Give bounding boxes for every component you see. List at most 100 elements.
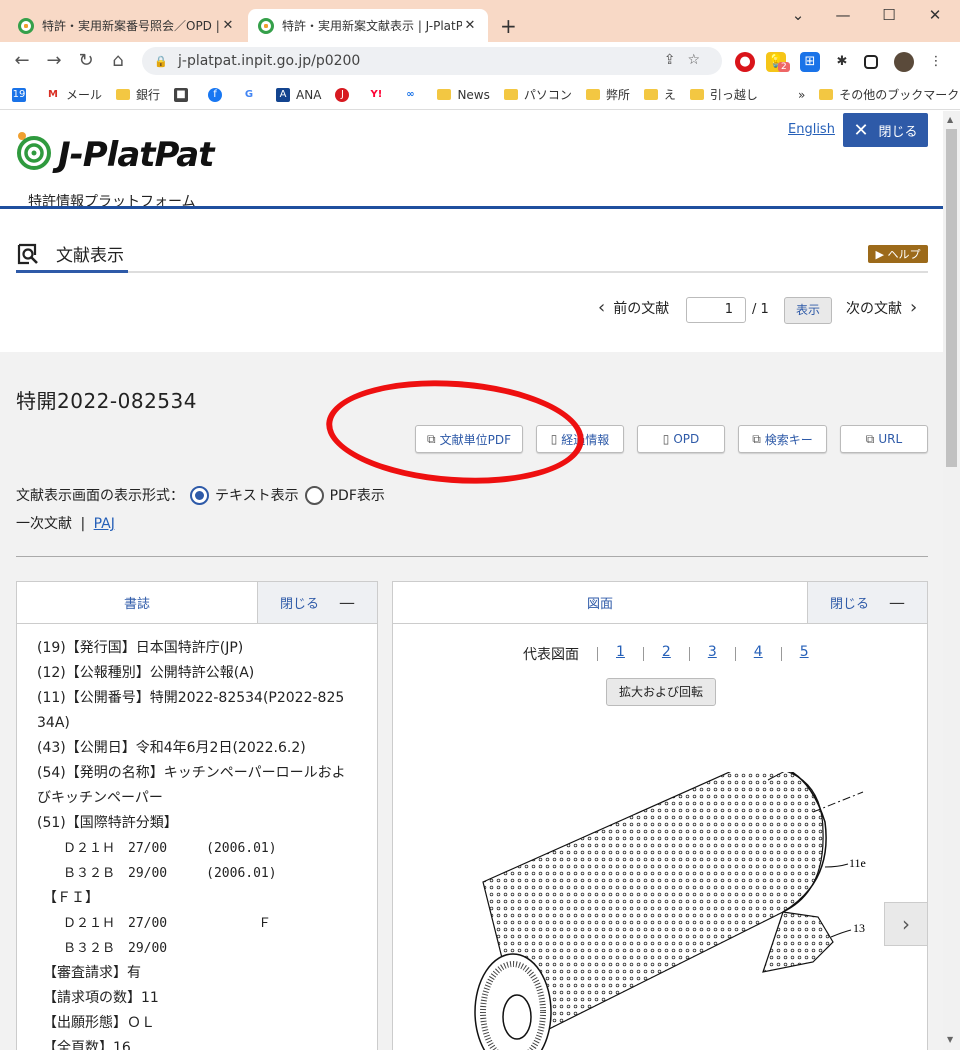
external-link-icon: ⧉ (752, 431, 761, 446)
next-document-link[interactable]: 次の文献 › (846, 297, 925, 318)
url-field[interactable]: 🔒 j-platpat.inpit.go.jp/p0200 ⇪☆ (142, 47, 722, 75)
scrollbar-thumb[interactable] (946, 129, 957, 467)
figure-tab[interactable]: 図面 (393, 582, 807, 623)
bookmark-label: 引っ越し (709, 88, 758, 102)
reload-icon[interactable]: ↻ (74, 50, 98, 71)
facebook-icon: f (208, 87, 223, 102)
translate-extension-icon[interactable]: ⊞ (800, 52, 820, 72)
separator (734, 647, 736, 661)
figure-link-3[interactable]: 3 (708, 644, 717, 664)
search-key-button[interactable]: ⧉ 検索キー (738, 425, 827, 453)
scroll-up-icon[interactable]: ▲ (947, 115, 953, 124)
show-page-button[interactable]: 表示 (784, 297, 832, 324)
jplatpat-favicon-icon (258, 17, 274, 34)
pdf-view-radio[interactable] (304, 485, 324, 505)
tab-title: 特許・実用新案文献表示 | J-PlatPat (282, 19, 462, 33)
help-button[interactable]: ▶ ヘルプ (868, 245, 928, 263)
document-number: 特開2022-082534 (16, 389, 197, 413)
zoom-rotate-button[interactable]: 拡大および回転 (606, 678, 716, 706)
jplatpat-favicon-icon (18, 17, 34, 34)
collapse-icon: — (339, 593, 355, 612)
bookmarks-overflow[interactable]: » (798, 88, 805, 102)
minimize-icon[interactable]: — (820, 6, 866, 24)
close-window-button[interactable]: ✕ 閉じる (843, 113, 928, 147)
biblio-line: (19)【発行国】日本国特許庁(JP) (37, 640, 244, 656)
figure-link-4[interactable]: 4 (754, 644, 763, 664)
bookmark-mail[interactable]: M メール (46, 86, 102, 103)
gmail-icon: M (46, 87, 60, 102)
separator (688, 647, 690, 661)
url-button[interactable]: ⧉ URL (840, 425, 928, 453)
paj-link[interactable]: PAJ (94, 516, 115, 532)
representative-figure-label: 代表図面 (523, 647, 579, 663)
tab-search-chevron-icon[interactable]: ⌄ (775, 6, 821, 24)
bookmark-google[interactable]: G (242, 87, 262, 102)
forward-arrow-icon[interactable]: → (42, 50, 66, 71)
bookmark-bank[interactable]: 銀行 (116, 86, 160, 103)
bookmark-e[interactable]: え (643, 86, 676, 103)
opd-button[interactable]: ▯ OPD (637, 425, 725, 453)
bookmark-infinity[interactable]: ∞ (403, 87, 423, 102)
maximize-icon[interactable]: ☐ (866, 6, 912, 24)
bookmark-jal[interactable]: J (335, 87, 355, 102)
page-scrollbar[interactable]: ▲ ▼ (943, 111, 960, 1050)
drawing-label-13: 13 (853, 921, 865, 935)
browser-tab-document[interactable]: 特許・実用新案文献表示 | J-PlatPat ✕ (248, 9, 488, 42)
close-tab-icon[interactable]: ✕ (220, 18, 236, 33)
bookmark-ana[interactable]: A ANA (276, 87, 321, 102)
prev-document-link[interactable]: ‹ 前の文献 (590, 297, 669, 318)
english-link[interactable]: English (788, 122, 835, 137)
bibliography-panel: 書誌 閉じる — (19)【発行国】日本国特許庁(JP) (12)【公報種別】公… (16, 581, 378, 1050)
back-arrow-icon[interactable]: ← (10, 50, 34, 71)
text-view-radio[interactable] (190, 485, 209, 505)
figure-link-1[interactable]: 1 (616, 644, 625, 664)
bookmark-facebook[interactable]: f (208, 87, 228, 102)
chevron-right-icon: › (910, 297, 918, 318)
figure-panel-header: 図面 閉じる — (393, 582, 927, 624)
bookmark-yahoo[interactable]: Y! (369, 87, 389, 102)
close-icon: ✕ (853, 119, 869, 141)
page-number-input[interactable]: 1 (686, 297, 746, 323)
section-heading: 文献表示 (16, 241, 124, 266)
figure-link-2[interactable]: 2 (662, 644, 671, 664)
side-panel-icon[interactable] (864, 55, 878, 69)
bookmark-photo[interactable]: ■ (174, 87, 194, 102)
fi-label: 【ＦＩ】 (43, 890, 99, 906)
primary-document-row: 一次文献 | PAJ (16, 513, 115, 533)
browser-tab-opd[interactable]: 特許・実用新案番号照会／OPD | J-PlatPat ✕ (8, 9, 246, 42)
address-bar-row: ← → ↻ ⌂ 🔒 j-platpat.inpit.go.jp/p0200 ⇪☆… (0, 42, 960, 80)
bookmark-label: 弊所 (605, 88, 630, 102)
share-star-icons[interactable]: ⇪☆ (664, 52, 712, 68)
figure-panel: 図面 閉じる — 代表図面 1 2 3 4 5 拡大および回転 11e 13 › (392, 581, 928, 1050)
bookmark-moving[interactable]: 引っ越し (689, 86, 758, 103)
ipc-line: Ｄ２１Ｈ 27/00 (2006.01) (63, 841, 277, 856)
bookmark-pc[interactable]: パソコン (503, 86, 572, 103)
bookmark-office[interactable]: 弊所 (585, 86, 630, 103)
bookmark-news[interactable]: News (437, 88, 490, 102)
window-close-icon[interactable]: ✕ (912, 6, 958, 24)
figure-close-button[interactable]: 閉じる — (807, 582, 927, 623)
chevron-left-icon: ‹ (598, 297, 606, 318)
separator (597, 647, 598, 661)
fi-line: Ｄ２１Ｈ 27/00 Ｆ (63, 916, 272, 931)
bibliography-tab[interactable]: 書誌 (17, 582, 257, 623)
document-icon: ▯ (662, 432, 670, 446)
next-figure-button[interactable]: › (884, 902, 928, 946)
close-tab-icon[interactable]: ✕ (462, 18, 478, 33)
puzzle-extensions-icon[interactable]: ✱ (832, 52, 852, 72)
scroll-down-icon[interactable]: ▼ (947, 1035, 953, 1044)
profile-avatar[interactable] (894, 52, 914, 72)
biblio-line: (43)【公開日】令和4年6月2日(2022.6.2) (37, 740, 306, 756)
new-tab-button[interactable]: + (500, 14, 517, 38)
other-bookmarks[interactable]: その他のブックマーク (819, 86, 959, 103)
bookmark-calendar[interactable]: 19 (12, 87, 32, 102)
external-link-icon: ⧉ (865, 431, 875, 446)
text-view-label[interactable]: テキスト表示 (215, 485, 299, 505)
biblio-line: 【審査請求】有 (43, 965, 141, 981)
pdf-view-label[interactable]: PDF表示 (330, 485, 385, 505)
home-icon[interactable]: ⌂ (106, 50, 130, 71)
figure-link-5[interactable]: 5 (800, 644, 809, 664)
menu-kebab-icon[interactable]: ⋮ (926, 52, 946, 72)
bibliography-close-button[interactable]: 閉じる — (257, 582, 377, 623)
adblock-extension-icon[interactable]: ● (735, 52, 755, 72)
